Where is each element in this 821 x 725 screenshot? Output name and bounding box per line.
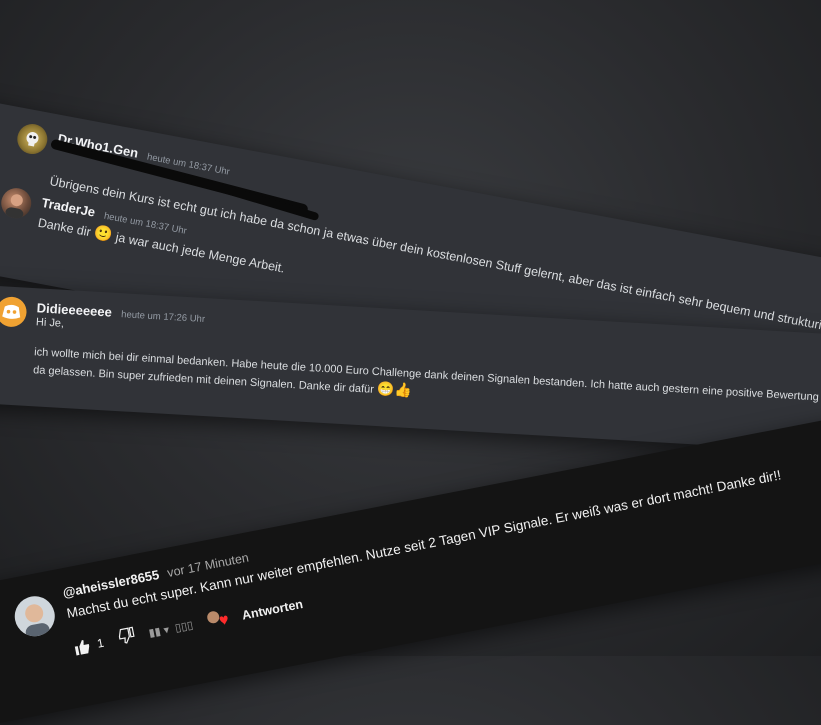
person-photo-icon: [25, 604, 50, 639]
like-count: 1: [95, 635, 105, 651]
heart-icon: [206, 611, 228, 626]
avatar-didieeeeeee[interactable]: [0, 296, 28, 328]
dislike-button[interactable]: [115, 626, 137, 650]
message-text-part: ja war auch jede Menge Arbeit.: [114, 230, 286, 276]
creator-heart-badge: [205, 608, 231, 633]
youtube-comment-card: @aheissler8655 vor 17 Minuten Machst du …: [0, 404, 821, 725]
grin-thumbsup-emojis: 😁👍: [376, 380, 413, 399]
like-button[interactable]: 1: [72, 633, 106, 657]
person-photo-icon: [5, 194, 24, 219]
greeting-text: Hi Je,: [35, 316, 65, 330]
message-text-part: Danke dir: [36, 215, 92, 240]
reply-button[interactable]: Antworten: [241, 597, 304, 623]
comment-text: Machst du echt super. Kann nur weiter em…: [65, 467, 783, 621]
avatar-drwho[interactable]: [14, 121, 50, 157]
smile-emoji: 🙂: [92, 224, 115, 245]
blurred-controls: ▮▮ ▾ ▯▯▯: [147, 619, 195, 640]
thumbs-up-icon: [74, 639, 90, 656]
discord-logo-icon: [2, 304, 21, 319]
avatar-aheissler[interactable]: [11, 592, 59, 640]
skull-icon: [26, 132, 39, 147]
thumbs-down-icon: [118, 626, 135, 644]
timestamp: heute um 17:26 Uhr: [120, 309, 206, 326]
avatar-traderje[interactable]: [0, 185, 34, 221]
